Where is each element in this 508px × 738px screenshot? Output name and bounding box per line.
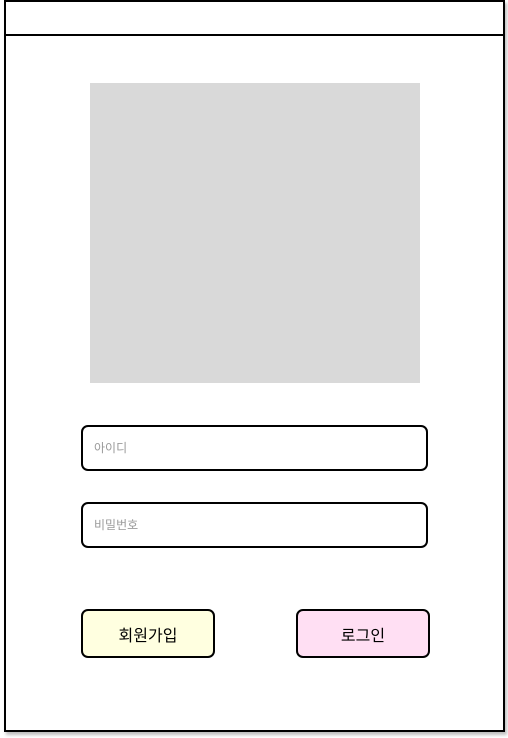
signup-button-label: 회원가입 <box>118 625 178 645</box>
id-input[interactable] <box>81 425 428 471</box>
logo-image-placeholder <box>90 83 420 383</box>
top-bar <box>6 2 503 36</box>
login-button[interactable]: 로그인 <box>296 609 430 658</box>
signup-button[interactable]: 회원가입 <box>81 609 215 658</box>
login-button-label: 로그인 <box>340 625 386 645</box>
app-window: 회원가입 로그인 <box>4 0 505 732</box>
password-input[interactable] <box>81 502 428 548</box>
